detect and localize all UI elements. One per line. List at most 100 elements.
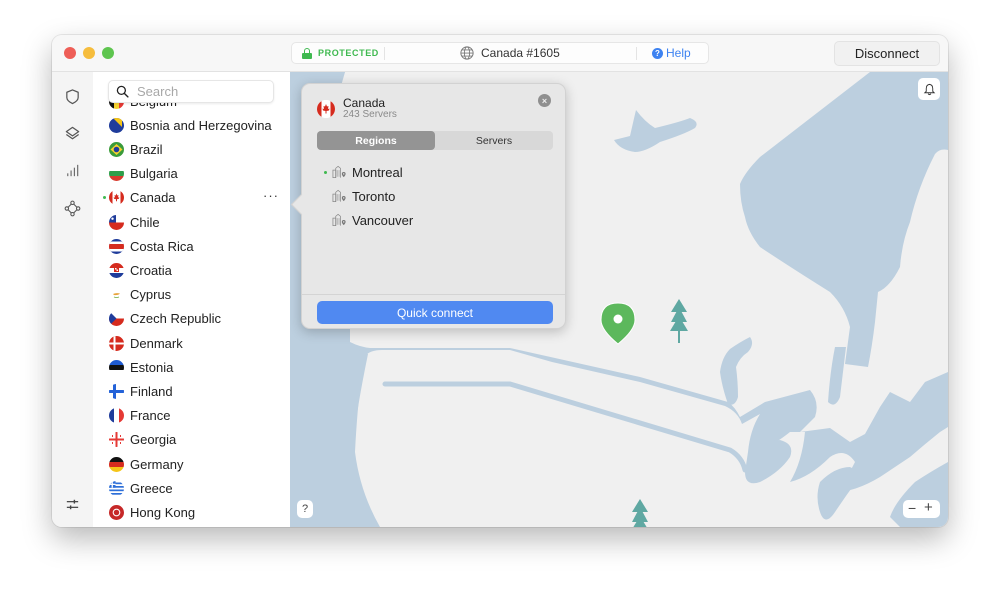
maximize-window-button[interactable] xyxy=(102,47,114,59)
region-name: Toronto xyxy=(352,188,396,204)
tree-icon xyxy=(670,299,688,343)
ge-flag-icon xyxy=(109,432,124,448)
cz-flag-icon xyxy=(109,311,124,327)
zoom-out-button[interactable]: − xyxy=(908,500,916,516)
fi-flag-icon xyxy=(109,383,124,399)
more-options-button[interactable]: ··· xyxy=(263,188,279,203)
cr-flag-icon xyxy=(109,238,124,254)
map-help-button[interactable]: ? xyxy=(297,500,313,518)
protection-status-label: PROTECTED xyxy=(318,48,379,58)
country-name: Germany xyxy=(130,456,184,472)
water-lake-finger xyxy=(828,347,846,405)
hk-flag-icon xyxy=(109,504,124,520)
notifications-button[interactable] xyxy=(918,78,940,100)
country-item-bosnia-and-herzegovina[interactable]: Bosnia and Herzegovina xyxy=(93,113,290,137)
minimize-window-button[interactable] xyxy=(83,47,95,59)
country-item-georgia[interactable]: Georgia xyxy=(93,428,290,452)
gr-flag-icon xyxy=(109,480,124,496)
de-flag-icon xyxy=(109,456,124,472)
country-name: Hong Kong xyxy=(130,504,196,520)
active-indicator xyxy=(103,196,106,200)
country-item-costa-rica[interactable]: Costa Rica xyxy=(93,234,290,258)
country-name: Costa Rica xyxy=(130,238,194,254)
country-name: Denmark xyxy=(130,335,183,351)
divider xyxy=(302,294,565,295)
region-item-toronto[interactable]: Toronto xyxy=(302,184,565,208)
region-item-vancouver[interactable]: Vancouver xyxy=(302,208,565,232)
city-pin-icon xyxy=(332,189,346,202)
search-input[interactable] xyxy=(135,83,269,100)
country-item-hong-kong[interactable]: Hong Kong xyxy=(93,500,290,524)
country-item-chile[interactable]: Chile xyxy=(93,210,290,234)
country-item-czech-republic[interactable]: Czech Republic xyxy=(93,307,290,331)
city-pin-icon xyxy=(332,213,346,226)
region-item-montreal[interactable]: Montreal xyxy=(302,160,565,184)
connection-status-bar: PROTECTED Canada #1605 ? Help xyxy=(291,42,709,64)
disconnect-button[interactable]: Disconnect xyxy=(834,41,940,66)
search-box[interactable] xyxy=(108,80,274,103)
country-name: Estonia xyxy=(130,359,174,375)
dk-flag-icon xyxy=(109,335,124,351)
ee-flag-icon xyxy=(109,359,124,375)
country-list-panel: BelgiumBosnia and HerzegovinaBrazilBulga… xyxy=(93,72,290,527)
protection-status: PROTECTED xyxy=(302,43,379,63)
ca-flag-icon xyxy=(109,190,124,206)
city-pin-icon xyxy=(332,165,346,178)
location-pin-icon[interactable] xyxy=(600,302,636,345)
shield-icon[interactable] xyxy=(64,88,81,105)
search-icon xyxy=(116,85,129,98)
layers-icon[interactable] xyxy=(64,125,81,142)
stats-icon[interactable] xyxy=(64,162,81,179)
country-item-germany[interactable]: Germany xyxy=(93,452,290,476)
quick-connect-button[interactable]: Quick connect xyxy=(317,301,553,324)
country-item-denmark[interactable]: Denmark xyxy=(93,331,290,355)
zoom-in-button[interactable]: + xyxy=(924,499,933,516)
settings-sliders-icon[interactable] xyxy=(64,496,81,513)
fr-flag-icon xyxy=(109,408,124,424)
country-item-cyprus[interactable]: Cyprus xyxy=(93,283,290,307)
popover-country-name: Canada xyxy=(343,96,386,110)
country-name: Canada xyxy=(130,190,176,206)
country-item-france[interactable]: France xyxy=(93,404,290,428)
close-window-button[interactable] xyxy=(64,47,76,59)
country-name: Cyprus xyxy=(130,287,172,303)
br-flag-icon xyxy=(109,141,124,157)
map-view[interactable]: Canada 243 Servers × Regions Servers Mon… xyxy=(290,72,948,527)
meshnet-icon[interactable] xyxy=(64,200,81,217)
country-name: Bulgaria xyxy=(130,166,178,182)
current-server: Canada #1605 xyxy=(460,43,560,63)
cy-flag-icon xyxy=(109,287,124,303)
bell-icon xyxy=(923,83,935,95)
help-label: Help xyxy=(666,46,691,60)
nav-rail xyxy=(52,72,93,527)
tab-servers[interactable]: Servers xyxy=(435,131,553,150)
country-item-canada[interactable]: Canada ··· xyxy=(93,186,290,210)
lock-icon xyxy=(302,47,312,59)
help-link[interactable]: ? Help xyxy=(652,43,691,63)
country-name: Czech Republic xyxy=(130,311,222,327)
popover-tabs: Regions Servers xyxy=(317,131,553,150)
tab-regions[interactable]: Regions xyxy=(317,131,435,150)
country-item-croatia[interactable]: Croatia xyxy=(93,258,290,282)
country-name: Finland xyxy=(130,383,173,399)
water-lake-middle xyxy=(720,337,753,405)
zoom-controls: − + xyxy=(903,499,940,518)
bg-flag-icon xyxy=(109,166,124,182)
canada-flag-icon xyxy=(317,100,335,118)
cl-flag-icon xyxy=(109,214,124,230)
country-item-bulgaria[interactable]: Bulgaria xyxy=(93,162,290,186)
country-item-greece[interactable]: Greece xyxy=(93,476,290,500)
country-item-estonia[interactable]: Estonia xyxy=(93,355,290,379)
country-name: Georgia xyxy=(130,432,177,448)
country-item-brazil[interactable]: Brazil xyxy=(93,137,290,161)
close-icon[interactable]: × xyxy=(538,94,551,107)
current-server-label: Canada #1605 xyxy=(481,46,560,60)
country-name: Chile xyxy=(130,214,160,230)
region-name: Vancouver xyxy=(352,212,414,228)
country-name: Croatia xyxy=(130,262,172,278)
popover-server-count: 243 Servers xyxy=(343,109,397,120)
app-window: PROTECTED Canada #1605 ? Help Disconnect xyxy=(52,35,948,527)
hr-flag-icon xyxy=(109,262,124,278)
country-item-finland[interactable]: Finland xyxy=(93,379,290,403)
divider xyxy=(384,47,385,60)
